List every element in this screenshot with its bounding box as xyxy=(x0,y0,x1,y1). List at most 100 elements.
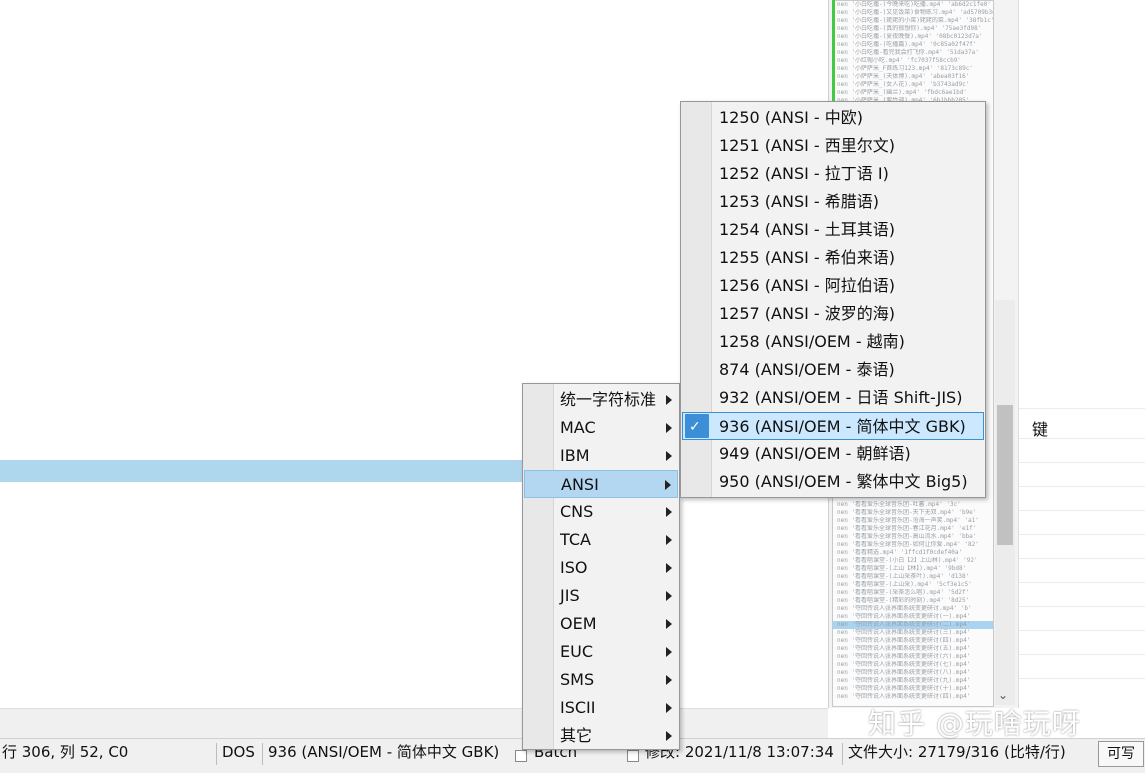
submenu-arrow-icon xyxy=(666,395,672,405)
submenu-arrow-icon xyxy=(666,675,672,685)
menu-item-label: CNS xyxy=(560,502,594,521)
horizontal-scrollbar[interactable] xyxy=(0,708,828,739)
menu-item-label: TCA xyxy=(560,530,591,549)
minimap-line: nen '夺回传说人张界面系统变更研讨(一).mp4' xyxy=(837,613,971,620)
minimap-line: nen '小白吃播-(夏夜晚餐).mp4' '08bc0123d7a' xyxy=(837,33,983,40)
encoding-dropdown-icon[interactable] xyxy=(515,750,527,762)
encoding-option[interactable]: 1253 (ANSI - 希腊语) xyxy=(682,188,984,216)
minimap-line: nen '夺回传说人张界面系统变更研讨(四).mp4' xyxy=(837,637,971,644)
menu-item-label: 874 (ANSI/OEM - 泰语) xyxy=(719,360,895,379)
status-encoding[interactable]: 936 (ANSI/OEM - 简体中文 GBK) xyxy=(268,739,499,773)
minimap-line: nen '小白吃播-(今晚来吃)吃播.mp4' 'ab6d2c1fe0' xyxy=(837,1,991,8)
minimap-line: nen '看看唱课堂-(上山采).mp4' '5cf3e1c5' xyxy=(837,581,972,588)
writable-mode-button[interactable]: 可写 xyxy=(1098,741,1144,767)
encoding-category-menu: 统一字符标准 MAC IBM ANSI CNS TCA ISO JIS OEM EUC SMS ISC… xyxy=(522,383,680,750)
column-header-key[interactable]: 键 xyxy=(1032,416,1048,440)
encoding-category-item[interactable]: JIS xyxy=(524,582,678,610)
minimap-line: nen '小白吃播-(吃播篇).mp4' '0c85a02f47f' xyxy=(837,41,977,48)
minimap-line: nen '小萨萨米_(天体博).mp4' 'abea03f16' xyxy=(837,73,970,80)
menu-item-label: ISO xyxy=(560,558,588,577)
minimap-line: nen '小白吃播-看完我会打飞你.mp4' '51da37a' xyxy=(837,49,979,56)
menu-item-label: MAC xyxy=(560,418,596,437)
encoding-option[interactable]: 1254 (ANSI - 土耳其语) xyxy=(682,216,984,244)
status-line-ending[interactable]: DOS xyxy=(222,739,255,773)
menu-item-label: 1253 (ANSI - 希腊语) xyxy=(719,192,880,211)
menu-item-label: JIS xyxy=(560,586,580,605)
minimap-line: nen '看看爱乐全球音乐团-春江花月.mp4' 'e1f' xyxy=(837,525,977,532)
menu-item-label: 1258 (ANSI/OEM - 越南) xyxy=(719,332,905,351)
menu-item-label: 1252 (ANSI - 拉丁语 I) xyxy=(719,164,889,183)
minimap-line: nen '小白吃播-(姥姥的小菜)姥姥的菜.mp4' '38fb1c' xyxy=(837,17,993,24)
menu-item-label: 932 (ANSI/OEM - 日语 Shift-JIS) xyxy=(719,388,963,407)
menu-item-label: 其它 xyxy=(560,726,593,745)
menu-item-label: 统一字符标准 xyxy=(560,390,657,409)
submenu-arrow-icon xyxy=(666,703,672,713)
minimap-line: nen '小萨萨米_F首练习123.mp4' '8173c89c' xyxy=(837,65,973,72)
encoding-option[interactable]: 1257 (ANSI - 波罗的海) xyxy=(682,300,984,328)
minimap-line: nen '看看爱乐全球音乐团-如何让你爱.mp4' '82' xyxy=(837,541,979,548)
minimap-line: nen '小萨萨米_(幽兰).mp4' 'fbdc6ae1bd' xyxy=(837,89,967,96)
encoding-category-item[interactable]: SMS xyxy=(524,666,678,694)
menu-item-label: 1256 (ANSI - 阿拉伯语) xyxy=(719,276,896,295)
encoding-option[interactable]: 1251 (ANSI - 西里尔文) xyxy=(682,132,984,160)
encoding-category-item[interactable]: EUC xyxy=(524,638,678,666)
minimap-line: nen '夺回传说人张界面系统变更研讨(十).mp4' xyxy=(837,685,971,692)
minimap-line: nen '看看爱乐全球音乐团-天下无双.mp4' 'b9e' xyxy=(837,509,977,516)
submenu-arrow-icon xyxy=(666,619,672,629)
menu-item-label: SMS xyxy=(560,670,595,689)
encoding-option[interactable]: 1255 (ANSI - 希伯来语) xyxy=(682,244,984,272)
minimap-bottom-lines: nen '看看爱乐全球音乐团-吐蕃.mp4' '3c' nen '看看爱乐全球音乐… xyxy=(833,501,993,701)
menu-item-label: 1251 (ANSI - 西里尔文) xyxy=(719,136,896,155)
minimap-line: nen '小红帽小吃.mp4' 'fc7037f58ccb9' xyxy=(837,57,961,64)
submenu-arrow-icon xyxy=(666,731,672,741)
minimap-line: nen '看看唱课堂-(小白【2】上山林).mp4' '92' xyxy=(837,557,978,564)
encoding-option[interactable]: 1252 (ANSI - 拉丁语 I) xyxy=(682,160,984,188)
encoding-option[interactable]: 950 (ANSI/OEM - 繁体中文 Big5) xyxy=(682,468,984,496)
encoding-category-item[interactable]: ISO xyxy=(524,554,678,582)
encoding-category-item[interactable]: 统一字符标准 xyxy=(524,386,678,414)
encoding-category-item[interactable]: ANSI xyxy=(524,470,678,498)
menu-item-label: 1257 (ANSI - 波罗的海) xyxy=(719,304,896,323)
encoding-category-item[interactable]: TCA xyxy=(524,526,678,554)
syntax-dropdown-icon[interactable] xyxy=(627,750,639,762)
menu-item-label: IBM xyxy=(560,446,590,465)
submenu-arrow-icon xyxy=(666,451,672,461)
encoding-category-item[interactable]: OEM xyxy=(524,610,678,638)
submenu-arrow-icon xyxy=(666,563,672,573)
scroll-down-arrow-icon[interactable]: ⌄ xyxy=(998,688,1008,702)
menu-item-label: 1255 (ANSI - 希伯来语) xyxy=(719,248,896,267)
menu-item-label: 1250 (ANSI - 中欧) xyxy=(719,108,864,127)
minimap-line: nen '小萨萨米_(女人花).mp4' 'b3743ad9c' xyxy=(837,81,970,88)
minimap-line: nen '小白吃播-(又见饭菜)食物练习.mp4' 'ad5709b3d3' xyxy=(837,9,993,16)
minimap-scrollbar-thumb[interactable] xyxy=(997,405,1013,545)
selected-line-highlight xyxy=(0,460,524,482)
encoding-option[interactable]: 1256 (ANSI - 阿拉伯语) xyxy=(682,272,984,300)
submenu-arrow-icon xyxy=(666,647,672,657)
submenu-arrow-icon xyxy=(666,591,672,601)
menu-item-label: ANSI xyxy=(561,475,599,494)
encoding-category-item[interactable]: MAC xyxy=(524,414,678,442)
minimap-change-marker xyxy=(832,0,835,102)
menu-item-label: 1254 (ANSI - 土耳其语) xyxy=(719,220,896,239)
side-panel xyxy=(1018,0,1145,708)
minimap-line: nen '夺回传说人张界面系统变更研讨(五).mp4' xyxy=(837,645,971,652)
checkmark-icon: ✓ xyxy=(689,419,701,435)
menu-item-label: 936 (ANSI/OEM - 简体中文 GBK) xyxy=(719,417,966,436)
encoding-category-item[interactable]: CNS xyxy=(524,498,678,526)
submenu-arrow-icon xyxy=(665,480,671,490)
encoding-option[interactable]: 1258 (ANSI/OEM - 越南) xyxy=(682,328,984,356)
encoding-option[interactable]: 874 (ANSI/OEM - 泰语) xyxy=(682,356,984,384)
encoding-option[interactable]: 949 (ANSI/OEM - 朝鲜语) xyxy=(682,440,984,468)
encoding-category-item[interactable]: 其它 xyxy=(524,722,678,750)
encoding-category-item[interactable]: ISCII xyxy=(524,694,678,722)
minimap-line: nen '看看精选.mp4' '1ffcd1f0cdef40a' xyxy=(837,549,963,556)
minimap-line: nen '看看唱课堂-(上山采茶叶).mp4' 'd138' xyxy=(837,573,970,580)
encoding-option[interactable]: 932 (ANSI/OEM - 日语 Shift-JIS) xyxy=(682,384,984,412)
minimap-line: nen '夺回传说人张界面系统变更研讨(八).mp4' xyxy=(837,669,971,676)
encoding-option[interactable]: ✓ 936 (ANSI/OEM - 简体中文 GBK) xyxy=(682,412,984,440)
minimap-line: nen '夺回传说人张界面系统变更研讨(二).mp4' xyxy=(833,621,993,629)
encoding-category-item[interactable]: IBM xyxy=(524,442,678,470)
menu-item-label: ISCII xyxy=(560,698,596,717)
minimap-line: nen '夺回传说人张界面系统变更研讨(七).mp4' xyxy=(837,661,971,668)
encoding-option[interactable]: 1250 (ANSI - 中欧) xyxy=(682,104,984,132)
